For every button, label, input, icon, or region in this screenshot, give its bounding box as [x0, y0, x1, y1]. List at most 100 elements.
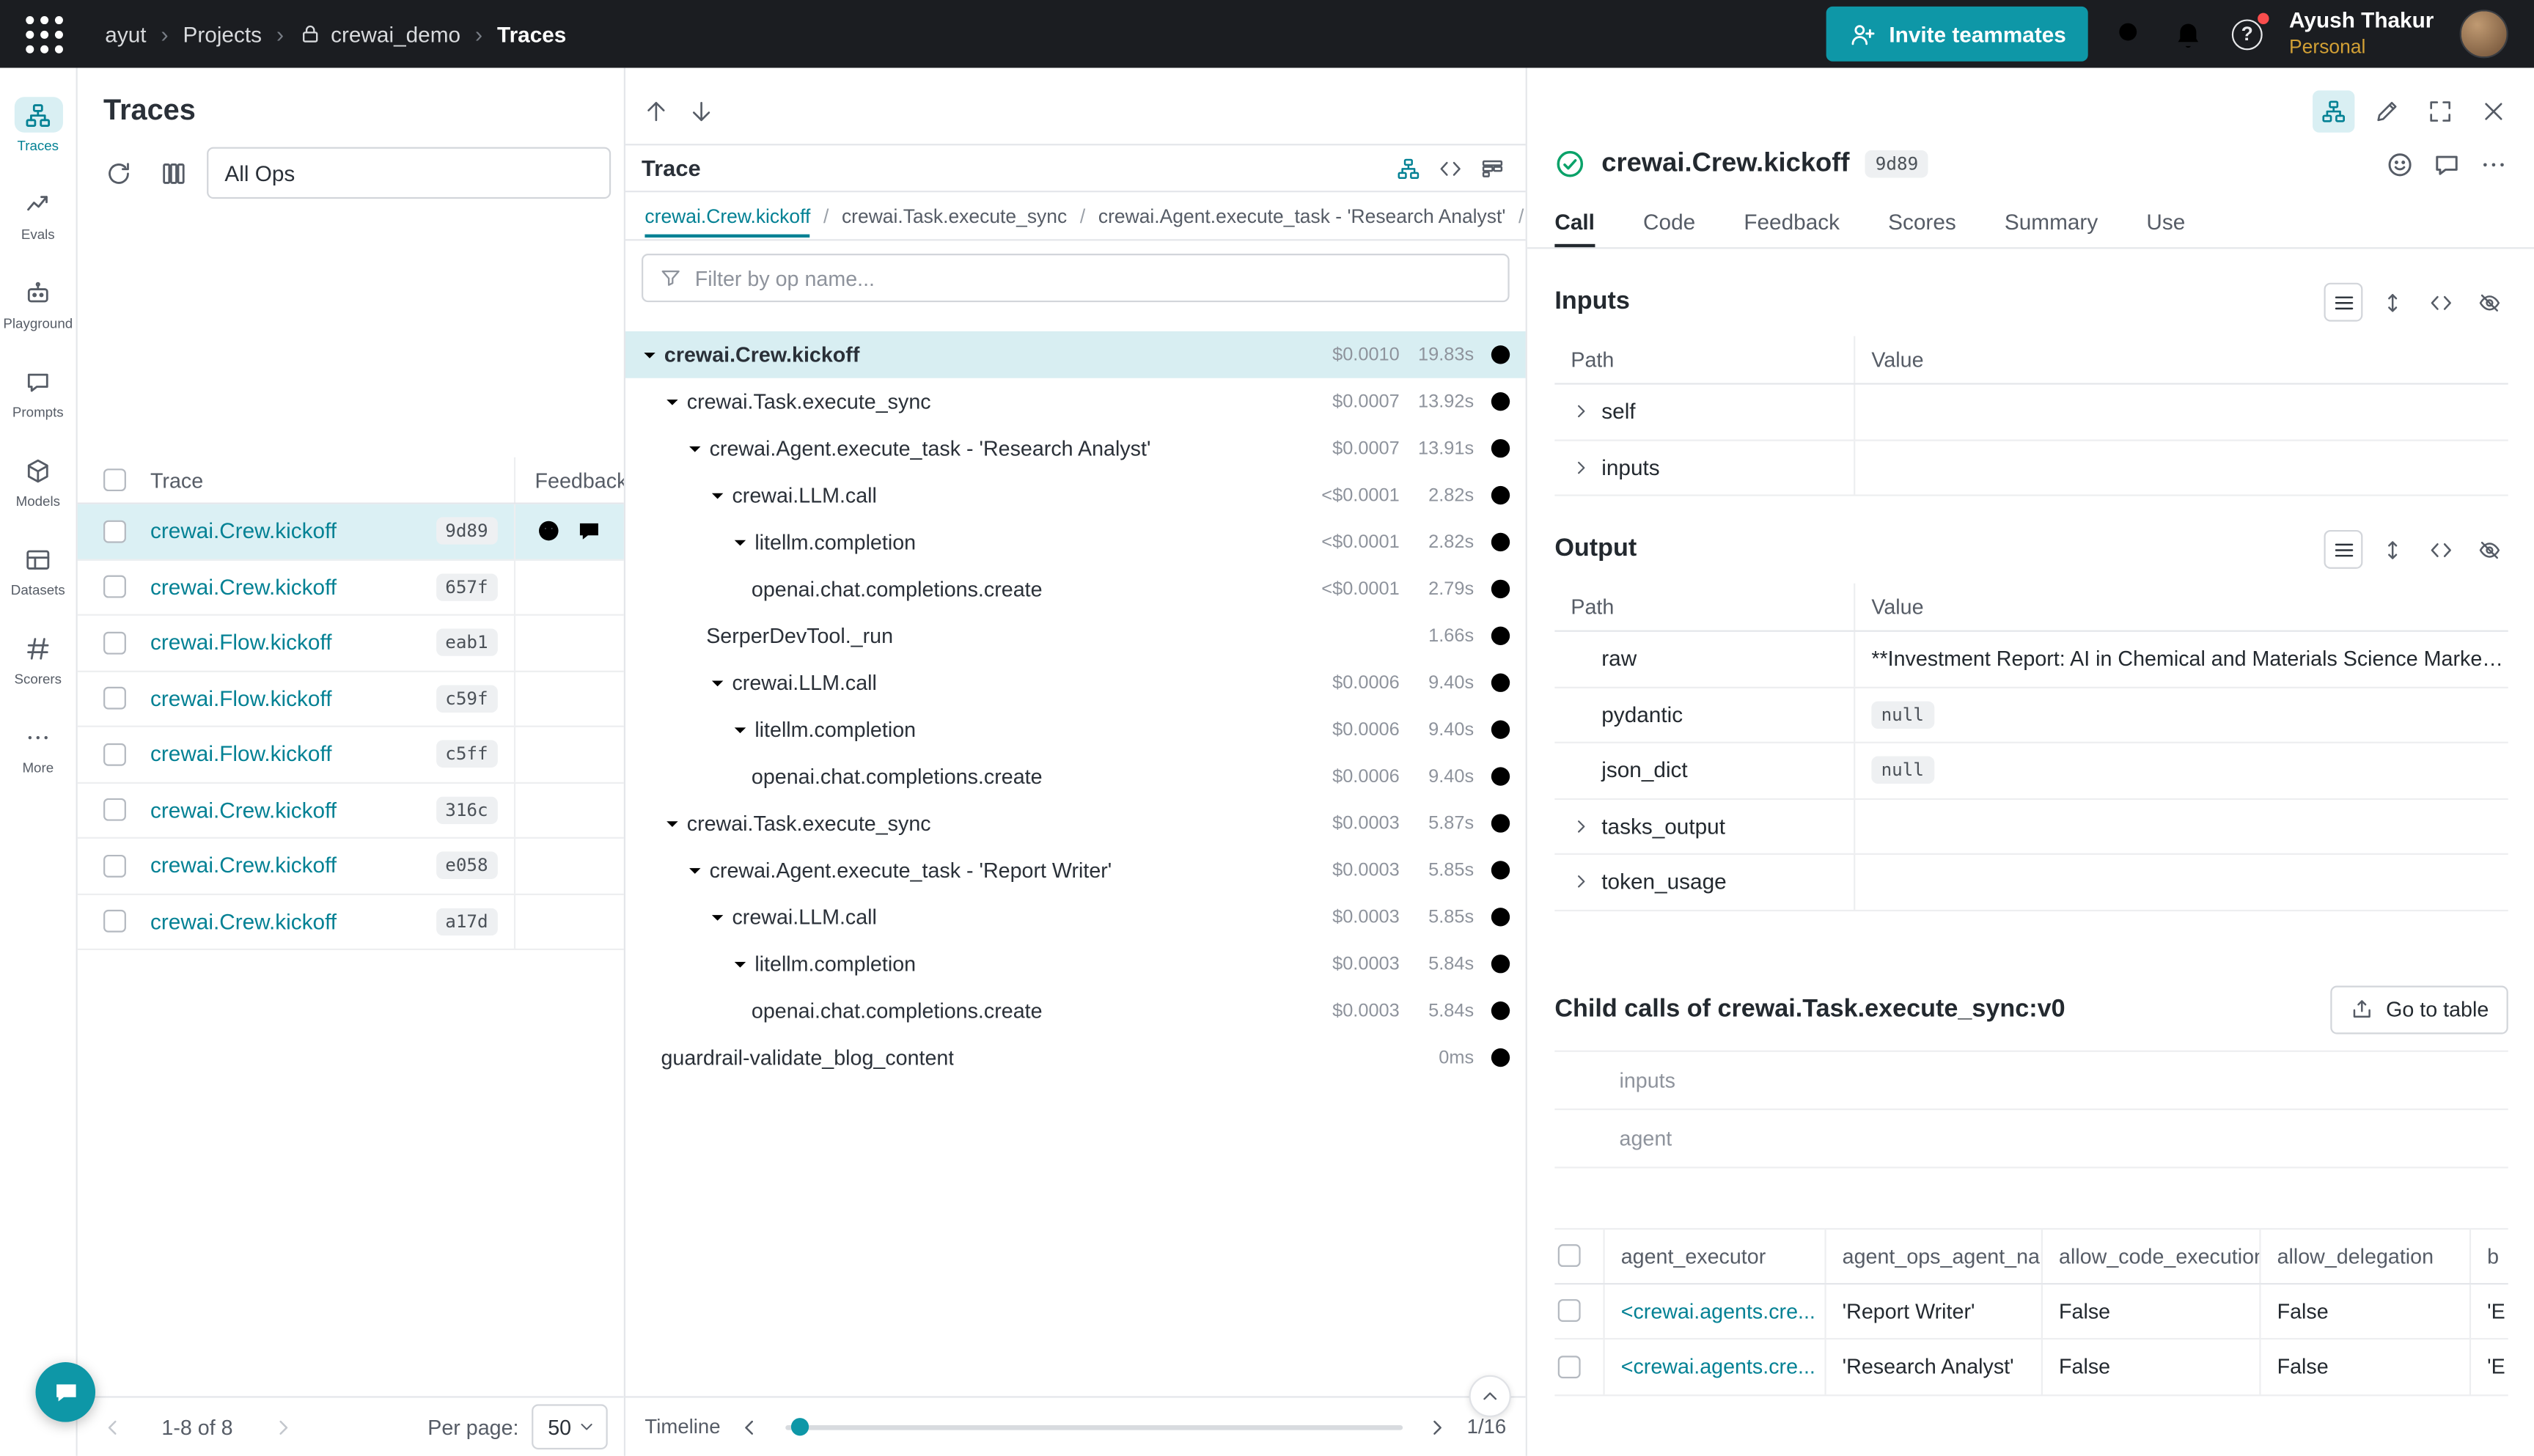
list-view-button[interactable]	[2324, 530, 2362, 569]
expand-all-button[interactable]	[2373, 530, 2412, 569]
tab-summary[interactable]: Summary	[2005, 196, 2098, 248]
trace-list-row[interactable]: crewai.Crew.kickoff9d89	[78, 504, 624, 560]
trace-tree-row[interactable]: crewai.Agent.execute_task - 'Research An…	[625, 425, 1526, 472]
trace-tree-row[interactable]: crewai.LLM.call $0.0006 9.40s	[625, 659, 1526, 706]
row-checkbox[interactable]	[103, 910, 125, 933]
trace-tree-row[interactable]: openai.chat.completions.create $0.0003 5…	[625, 988, 1526, 1034]
row-checkbox[interactable]	[103, 520, 125, 543]
trace-list-row[interactable]: crewai.Crew.kickoff657f	[78, 560, 624, 616]
chevron-down-icon[interactable]	[683, 437, 706, 460]
timeline-slider[interactable]	[785, 1424, 1403, 1430]
json-view-button[interactable]	[2421, 283, 2460, 322]
trace-tree-row[interactable]: crewai.Task.execute_sync $0.0003 5.87s	[625, 800, 1526, 847]
sidebar-item-playground[interactable]: Playground	[0, 275, 76, 331]
trace-list-row[interactable]: crewai.Crew.kickoffa17d	[78, 894, 624, 950]
chevron-down-icon[interactable]	[661, 390, 683, 413]
avatar[interactable]	[2460, 10, 2508, 58]
trace-tree-row[interactable]: crewai.Agent.execute_task - 'Report Writ…	[625, 847, 1526, 894]
breadcrumb-item[interactable]: Projects	[183, 22, 262, 46]
chat-widget-button[interactable]	[35, 1362, 95, 1422]
flamegraph-view-button[interactable]	[1474, 150, 1509, 185]
trace-name-link[interactable]: crewai.Crew.kickoff	[150, 909, 436, 933]
chevron-down-icon[interactable]	[729, 718, 752, 741]
chevron-down-icon[interactable]	[706, 484, 729, 507]
trace-breadcrumb-item[interactable]: crewai.Agent.execute_task - 'Research An…	[1098, 205, 1506, 227]
trace-tree-row[interactable]: crewai.Crew.kickoff $0.0010 19.83s	[625, 331, 1526, 378]
breadcrumb-item[interactable]: ayut	[105, 22, 146, 46]
tab-feedback[interactable]: Feedback	[1744, 196, 1840, 248]
sidebar-item-models[interactable]: Models	[0, 452, 76, 509]
trace-list-row[interactable]: crewai.Crew.kickoffe058	[78, 839, 624, 894]
chevron-right-icon[interactable]	[1571, 401, 1592, 422]
notifications-bell-icon[interactable]	[2173, 18, 2205, 50]
chevron-down-icon[interactable]	[706, 905, 729, 928]
select-all-checkbox[interactable]	[103, 468, 125, 491]
chevron-right-icon[interactable]	[1571, 872, 1592, 893]
child-table-column-header[interactable]: allow_delegation	[2259, 1229, 2469, 1282]
timeline-slider-handle[interactable]	[792, 1418, 809, 1435]
edit-button[interactable]	[2366, 90, 2408, 132]
kv-row[interactable]: self	[1554, 385, 2508, 441]
trace-list-row[interactable]: crewai.Flow.kickoffc59f	[78, 672, 624, 727]
sidebar-item-more[interactable]: More	[0, 719, 76, 776]
child-table-row[interactable]: <crewai.agents.cre...'Research Analyst'F…	[1554, 1339, 2508, 1395]
sidebar-item-traces[interactable]: Traces	[0, 97, 76, 153]
fullscreen-button[interactable]	[2420, 90, 2461, 132]
kv-row[interactable]: tasks_output	[1554, 799, 2508, 855]
close-button[interactable]	[2472, 90, 2514, 132]
chevron-down-icon[interactable]	[729, 952, 752, 975]
add-reaction-icon[interactable]	[2385, 150, 2414, 179]
tree-view-button[interactable]	[1390, 150, 1425, 185]
show-tree-button[interactable]	[2313, 90, 2354, 132]
chevron-right-icon[interactable]	[1571, 816, 1592, 837]
trace-name-link[interactable]: crewai.Crew.kickoff	[150, 519, 436, 543]
trace-name-link[interactable]: crewai.Crew.kickoff	[150, 853, 436, 878]
timeline-prev-button[interactable]	[732, 1409, 767, 1444]
go-to-table-button[interactable]: Go to table	[2331, 985, 2508, 1033]
row-checkbox[interactable]	[103, 687, 125, 710]
next-peer-button[interactable]	[680, 90, 722, 132]
tab-scores[interactable]: Scores	[1888, 196, 1956, 248]
child-table-column-header[interactable]: b	[2469, 1229, 2508, 1282]
trace-list-row[interactable]: crewai.Crew.kickoff316c	[78, 783, 624, 839]
tab-code[interactable]: Code	[1643, 196, 1695, 248]
breadcrumb-item[interactable]: Traces	[497, 22, 566, 46]
trace-tree-row[interactable]: crewai.LLM.call <$0.0001 2.82s	[625, 472, 1526, 519]
add-comment-icon[interactable]	[2432, 150, 2461, 179]
list-view-button[interactable]	[2324, 283, 2362, 322]
emoji-feedback-icon[interactable]	[535, 518, 562, 545]
timeline-next-button[interactable]	[1420, 1409, 1455, 1444]
trace-tree-row[interactable]: crewai.Task.execute_sync $0.0007 13.92s	[625, 378, 1526, 425]
invite-teammates-button[interactable]: Invite teammates	[1826, 7, 2088, 62]
trace-name-link[interactable]: crewai.Flow.kickoff	[150, 686, 436, 710]
trace-breadcrumb-item[interactable]: crewai.Task.execute_sync	[842, 205, 1067, 227]
column-header-feedback[interactable]: Feedback	[514, 457, 624, 503]
chevron-down-icon[interactable]	[639, 343, 661, 366]
row-checkbox[interactable]	[103, 631, 125, 654]
trace-name-link[interactable]: crewai.Flow.kickoff	[150, 630, 436, 655]
select-all-checkbox[interactable]	[1558, 1244, 1581, 1267]
row-checkbox[interactable]	[103, 798, 125, 821]
ops-filter-select[interactable]: All Ops	[207, 147, 611, 199]
wandb-logo[interactable]	[23, 12, 67, 56]
expand-all-button[interactable]	[2373, 283, 2412, 322]
user-menu[interactable]: Ayush Thakur Personal	[2289, 7, 2434, 61]
trace-tree-row[interactable]: guardrail-validate_blog_content 0ms	[625, 1034, 1526, 1081]
tab-call[interactable]: Call	[1554, 196, 1595, 248]
row-checkbox[interactable]	[103, 743, 125, 765]
trace-list-row[interactable]: crewai.Flow.kickoffeab1	[78, 616, 624, 672]
trace-breadcrumb-item[interactable]: crewai.Crew.kickoff	[644, 195, 810, 237]
trace-name-link[interactable]: crewai.Crew.kickoff	[150, 798, 436, 822]
search-icon[interactable]	[2115, 18, 2147, 50]
tab-use[interactable]: Use	[2146, 196, 2185, 248]
sidebar-item-prompts[interactable]: Prompts	[0, 364, 76, 420]
trace-tree-row[interactable]: SerperDevTool._run 1.66s	[625, 612, 1526, 659]
hide-values-button[interactable]	[2469, 530, 2508, 569]
trace-tree-row[interactable]: litellm.completion $0.0003 5.84s	[625, 941, 1526, 988]
trace-list-row[interactable]: crewai.Flow.kickoffc5ff	[78, 727, 624, 783]
chevron-right-icon[interactable]	[1571, 457, 1592, 478]
row-checkbox[interactable]	[1558, 1356, 1581, 1378]
trace-tree-row[interactable]: litellm.completion $0.0006 9.40s	[625, 706, 1526, 753]
overflow-menu-icon[interactable]	[2479, 150, 2508, 179]
prev-peer-button[interactable]	[635, 90, 677, 132]
